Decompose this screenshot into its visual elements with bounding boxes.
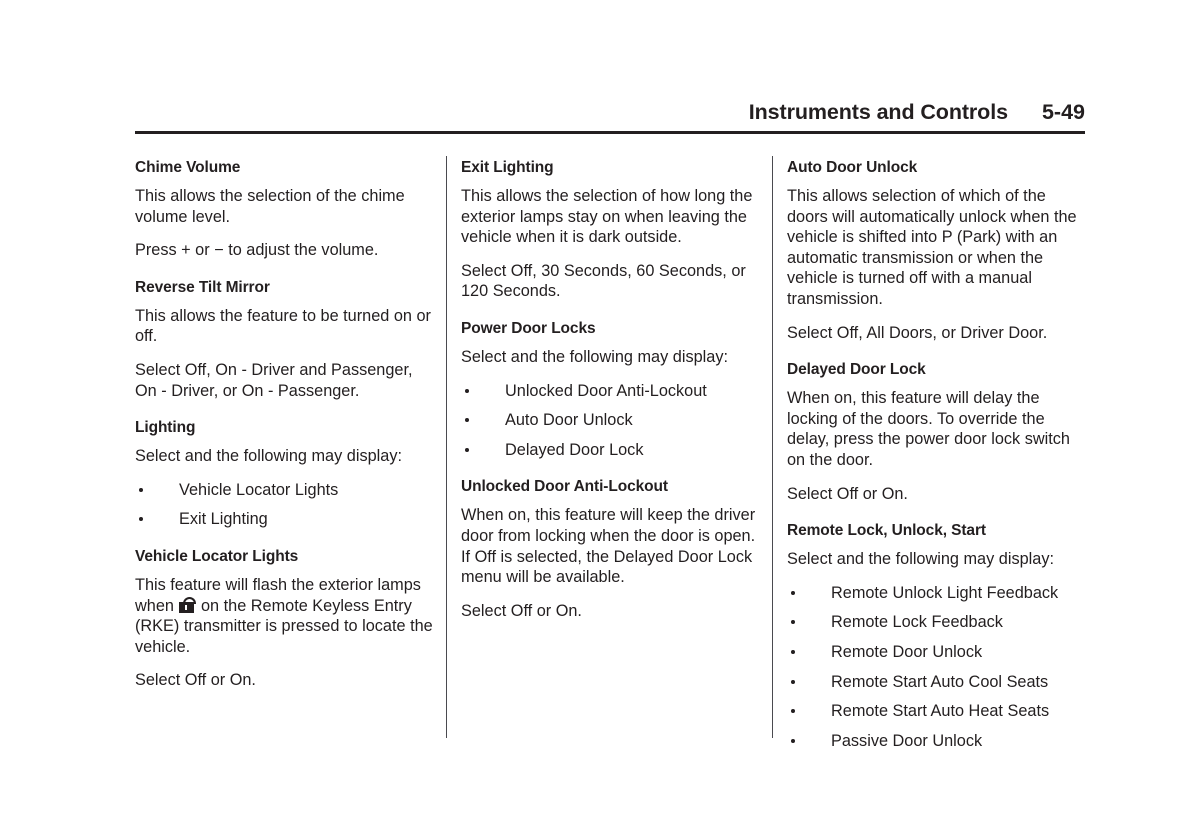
column-divider-2 (772, 156, 773, 738)
list-item-label: Remote Start Auto Cool Seats (831, 672, 1049, 691)
list-item: Unlocked Door Anti-Lockout (461, 381, 761, 402)
bullet-dot-icon (139, 517, 143, 522)
column-container: Chime Volume This allows the selection o… (135, 156, 1087, 760)
bullet-list-lighting: Vehicle Locator Lights Exit Lighting (135, 480, 435, 530)
section-heading-exit-lighting: Exit Lighting (461, 159, 554, 176)
list-item: Exit Lighting (135, 509, 435, 530)
text-column-2: Exit Lighting This allows the selection … (461, 158, 761, 634)
text-column-1: Chime Volume This allows the selection o… (135, 158, 435, 704)
list-item: Delayed Door Lock (461, 440, 761, 461)
bullet-dot-icon (791, 620, 795, 625)
paragraph: Select and the following may display: (135, 447, 402, 466)
paragraph: This allows the selection of the chime v… (135, 187, 405, 226)
list-item: Remote Start Auto Cool Seats (787, 672, 1087, 693)
paragraph: Select and the following may display: (787, 550, 1054, 569)
bullet-dot-icon (791, 679, 795, 684)
paragraph: This allows the feature to be turned on … (135, 306, 431, 346)
list-item: Remote Start Auto Heat Seats (787, 701, 1087, 722)
section-heading-vehicle-locator-lights: Vehicle Locator Lights (135, 547, 299, 565)
paragraph: When on, this feature will delay the loc… (787, 389, 1070, 469)
bullet-dot-icon (791, 738, 795, 743)
paragraph: This allows selection of which of the do… (787, 187, 1077, 308)
list-item-label: Remote Unlock Light Feedback (831, 583, 1059, 602)
bullet-list-remote-lock-unlock-start: Remote Unlock Light Feedback Remote Lock… (787, 583, 1087, 752)
list-item-label: Unlocked Door Anti-Lockout (505, 381, 707, 400)
list-item: Remote Door Unlock (787, 642, 1087, 663)
list-item: Auto Door Unlock (461, 410, 761, 431)
list-item-label: Remote Lock Feedback (831, 613, 1003, 632)
header-rule (135, 131, 1085, 134)
section-heading-unlocked-door-anti-lockout: Unlocked Door Anti-Lockout (461, 478, 668, 496)
bullet-dot-icon (465, 388, 469, 393)
bullet-dot-icon (465, 447, 469, 452)
list-item: Passive Door Unlock (787, 731, 1087, 752)
paragraph: Select Off or On. (461, 601, 582, 620)
list-item: Remote Lock Feedback (787, 612, 1087, 633)
text-column-3: Auto Door Unlock This allows selection o… (787, 158, 1087, 760)
manual-page: Instruments and Controls 5-49 Chime Volu… (0, 0, 1200, 840)
list-item-label: Remote Door Unlock (831, 642, 983, 661)
bullet-dot-icon (791, 649, 795, 654)
paragraph: When on, this feature will keep the driv… (461, 506, 756, 587)
paragraph: This allows the selection of how long th… (461, 187, 753, 247)
list-item: Remote Unlock Light Feedback (787, 583, 1087, 604)
paragraph: Select Off, 30 Seconds, 60 Seconds, or 1… (461, 261, 746, 301)
list-item-label: Delayed Door Lock (505, 440, 644, 459)
section-heading-lighting: Lighting (135, 419, 196, 437)
list-item-label: Exit Lighting (179, 510, 268, 529)
paragraph-with-unlock-icon: This feature will flash the exterior lam… (135, 575, 435, 657)
page-number: 5-49 (1041, 100, 1085, 124)
section-heading-remote-lock-unlock-start: Remote Lock, Unlock, Start (787, 522, 986, 540)
section-heading-chime-volume: Chime Volume (135, 159, 241, 176)
paragraph: Select Off or On. (135, 671, 256, 690)
page-title: Instruments and Controls (748, 100, 1008, 124)
bullet-dot-icon (465, 418, 469, 423)
unlock-padlock-icon (179, 596, 197, 613)
list-item: Vehicle Locator Lights (135, 480, 435, 501)
list-item-label: Passive Door Unlock (831, 731, 983, 750)
paragraph: Select and the following may display: (461, 347, 728, 366)
bullet-dot-icon (791, 590, 795, 595)
bullet-dot-icon (139, 487, 143, 492)
section-heading-delayed-door-lock: Delayed Door Lock (787, 361, 926, 379)
section-heading-auto-door-unlock: Auto Door Unlock (787, 159, 918, 176)
bullet-dot-icon (791, 709, 795, 714)
running-header: Instruments and Controls 5-49 (135, 100, 1085, 125)
paragraph: Select Off, All Doors, or Driver Door. (787, 323, 1048, 342)
list-item-label: Vehicle Locator Lights (179, 480, 339, 499)
column-divider-1 (446, 156, 447, 738)
paragraph: Select Off or On. (787, 484, 908, 503)
section-heading-power-door-locks: Power Door Locks (461, 319, 596, 337)
bullet-list-power-door-locks: Unlocked Door Anti-Lockout Auto Door Unl… (461, 381, 761, 461)
paragraph: Press + or − to adjust the volume. (135, 241, 379, 260)
list-item-label: Remote Start Auto Heat Seats (831, 702, 1050, 721)
paragraph: Select Off, On - Driver and Passenger, O… (135, 360, 413, 400)
list-item-label: Auto Door Unlock (505, 411, 633, 430)
section-heading-reverse-tilt-mirror: Reverse Tilt Mirror (135, 278, 270, 296)
